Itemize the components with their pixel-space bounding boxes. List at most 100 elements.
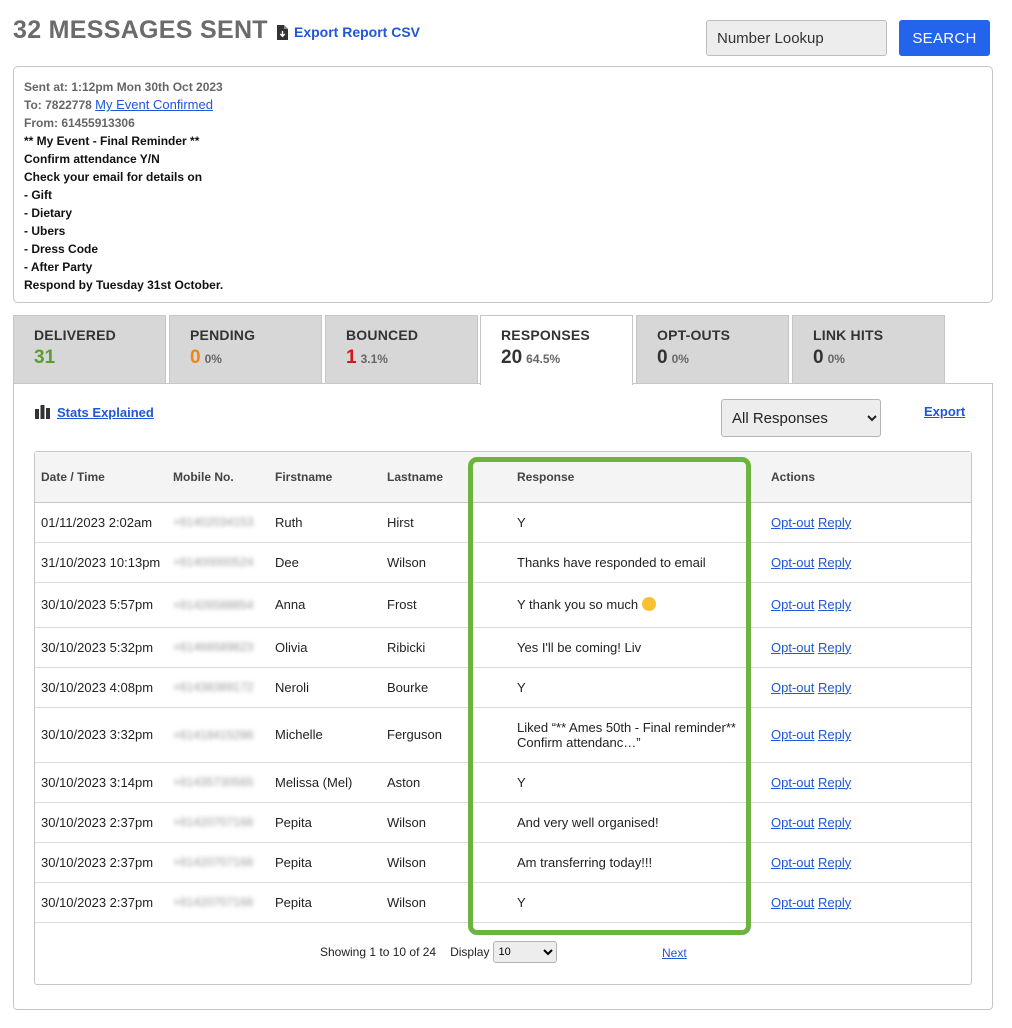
cell-firstname: Melissa (Mel) [269, 762, 381, 803]
tab-opt-outs[interactable]: OPT-OUTS 0 0% [636, 315, 789, 383]
smiley-emoji-icon [641, 597, 656, 611]
cell-date: 30/10/2023 3:32pm [35, 707, 167, 763]
message-line: Respond by Tuesday 31st October. [24, 278, 224, 292]
pagination-summary: Showing 1 to 10 of 24 [320, 945, 437, 959]
cell-actions: Opt-out Reply [765, 762, 971, 803]
table-row: 30/10/2023 2:37pm +61420707166 Pepita Wi… [35, 882, 971, 923]
file-download-icon [276, 24, 288, 40]
cell-lastname: Wilson [381, 542, 493, 583]
cell-lastname: Wilson [381, 802, 493, 843]
opt-out-link[interactable]: Opt-out [771, 775, 814, 790]
column-header[interactable]: Response [493, 452, 765, 503]
reply-link[interactable]: Reply [818, 775, 851, 790]
message-line: - Ubers [24, 224, 66, 238]
export-csv-label: Export Report CSV [294, 24, 421, 40]
cell-date: 31/10/2023 10:13pm [35, 542, 167, 583]
table-row: 01/11/2023 2:02am +61402034153 Ruth Hirs… [35, 502, 971, 543]
cell-lastname: Wilson [381, 842, 493, 883]
reply-link[interactable]: Reply [818, 680, 851, 695]
opt-out-link[interactable]: Opt-out [771, 555, 814, 570]
number-lookup-input[interactable] [706, 20, 887, 56]
cell-actions: Opt-out Reply [765, 667, 971, 708]
tab-percent: 0% [204, 352, 222, 366]
cell-date: 30/10/2023 2:37pm [35, 842, 167, 883]
tab-delivered[interactable]: DELIVERED 31 [13, 315, 166, 383]
cell-firstname: Dee [269, 542, 381, 583]
cell-firstname: Pepita [269, 882, 381, 923]
reply-link[interactable]: Reply [818, 855, 851, 870]
opt-out-link[interactable]: Opt-out [771, 680, 814, 695]
cell-response: Yes I'll be coming! Liv [493, 627, 765, 668]
export-link[interactable]: Export [924, 404, 965, 419]
sent-at: Sent at: 1:12pm Mon 30th Oct 2023 [24, 80, 223, 94]
cell-firstname: Neroli [269, 667, 381, 708]
cell-response: Y [493, 762, 765, 803]
cell-response: Am transferring today!!! [493, 842, 765, 883]
bar-chart-icon [34, 403, 51, 422]
page-title: 32 MESSAGES SENT [13, 16, 268, 44]
reply-link[interactable]: Reply [818, 515, 851, 530]
cell-response: Y thank you so much [493, 582, 765, 628]
table-row: 30/10/2023 3:32pm +61418415286 Michelle … [35, 707, 971, 763]
cell-date: 30/10/2023 2:37pm [35, 802, 167, 843]
reply-link[interactable]: Reply [818, 727, 851, 742]
cell-mobile: +61420707166 [167, 802, 269, 843]
display-label: Display [450, 945, 490, 959]
column-header[interactable]: Lastname [381, 452, 493, 503]
column-header[interactable]: Mobile No. [167, 452, 269, 503]
search-button[interactable]: SEARCH [899, 20, 990, 56]
tab-label: LINK HITS [813, 327, 884, 343]
tab-percent: 3.1% [360, 352, 388, 366]
cell-firstname: Anna [269, 582, 381, 628]
tab-count: 31 [34, 347, 56, 368]
cell-actions: Opt-out Reply [765, 627, 971, 668]
cell-date: 30/10/2023 2:37pm [35, 882, 167, 923]
tab-link-hits[interactable]: LINK HITS 0 0% [792, 315, 945, 383]
opt-out-link[interactable]: Opt-out [771, 515, 814, 530]
tab-count: 0 [657, 347, 668, 368]
tab-count: 1 [346, 347, 357, 368]
from-line: From: 61455913306 [24, 116, 135, 130]
tab-bounced[interactable]: BOUNCED 1 3.1% [325, 315, 478, 383]
tab-label: DELIVERED [34, 327, 116, 343]
stats-explained-link[interactable]: Stats Explained [34, 403, 154, 422]
table-row: 31/10/2023 10:13pm +61400000524 Dee Wils… [35, 542, 971, 583]
cell-mobile: +61420707166 [167, 882, 269, 923]
cell-actions: Opt-out Reply [765, 882, 971, 923]
cell-actions: Opt-out Reply [765, 842, 971, 883]
opt-out-link[interactable]: Opt-out [771, 895, 814, 910]
export-csv-link[interactable]: Export Report CSV [276, 24, 420, 40]
cell-lastname: Hirst [381, 502, 493, 543]
tab-responses[interactable]: RESPONSES 20 64.5% [480, 315, 633, 385]
table-row: 30/10/2023 4:08pm +61438389172 Neroli Bo… [35, 667, 971, 708]
cell-mobile: +61466589823 [167, 627, 269, 668]
cell-response: And very well organised! [493, 802, 765, 843]
page-size-select[interactable]: 10 [493, 941, 558, 963]
opt-out-link[interactable]: Opt-out [771, 640, 814, 655]
opt-out-link[interactable]: Opt-out [771, 597, 814, 612]
event-link[interactable]: My Event Confirmed [95, 97, 213, 112]
table-row: 30/10/2023 5:32pm +61466589823 Olivia Ri… [35, 627, 971, 668]
cell-lastname: Ribicki [381, 627, 493, 668]
cell-firstname: Michelle [269, 707, 381, 763]
opt-out-link[interactable]: Opt-out [771, 727, 814, 742]
reply-link[interactable]: Reply [818, 597, 851, 612]
cell-mobile: +61418415286 [167, 707, 269, 763]
column-header[interactable]: Date / Time [35, 452, 167, 503]
response-filter-select[interactable]: All Responses [721, 399, 881, 437]
reply-link[interactable]: Reply [818, 555, 851, 570]
cell-mobile: +61435730565 [167, 762, 269, 803]
cell-mobile: +61438389172 [167, 667, 269, 708]
next-page-link[interactable]: Next [662, 946, 687, 960]
cell-actions: Opt-out Reply [765, 582, 971, 628]
tab-count: 20 [501, 347, 523, 368]
reply-link[interactable]: Reply [818, 815, 851, 830]
cell-actions: Opt-out Reply [765, 502, 971, 543]
tab-pending[interactable]: PENDING 0 0% [169, 315, 322, 383]
column-header[interactable]: Firstname [269, 452, 381, 503]
reply-link[interactable]: Reply [818, 895, 851, 910]
reply-link[interactable]: Reply [818, 640, 851, 655]
table-row: 30/10/2023 3:14pm +61435730565 Melissa (… [35, 762, 971, 803]
opt-out-link[interactable]: Opt-out [771, 855, 814, 870]
opt-out-link[interactable]: Opt-out [771, 815, 814, 830]
